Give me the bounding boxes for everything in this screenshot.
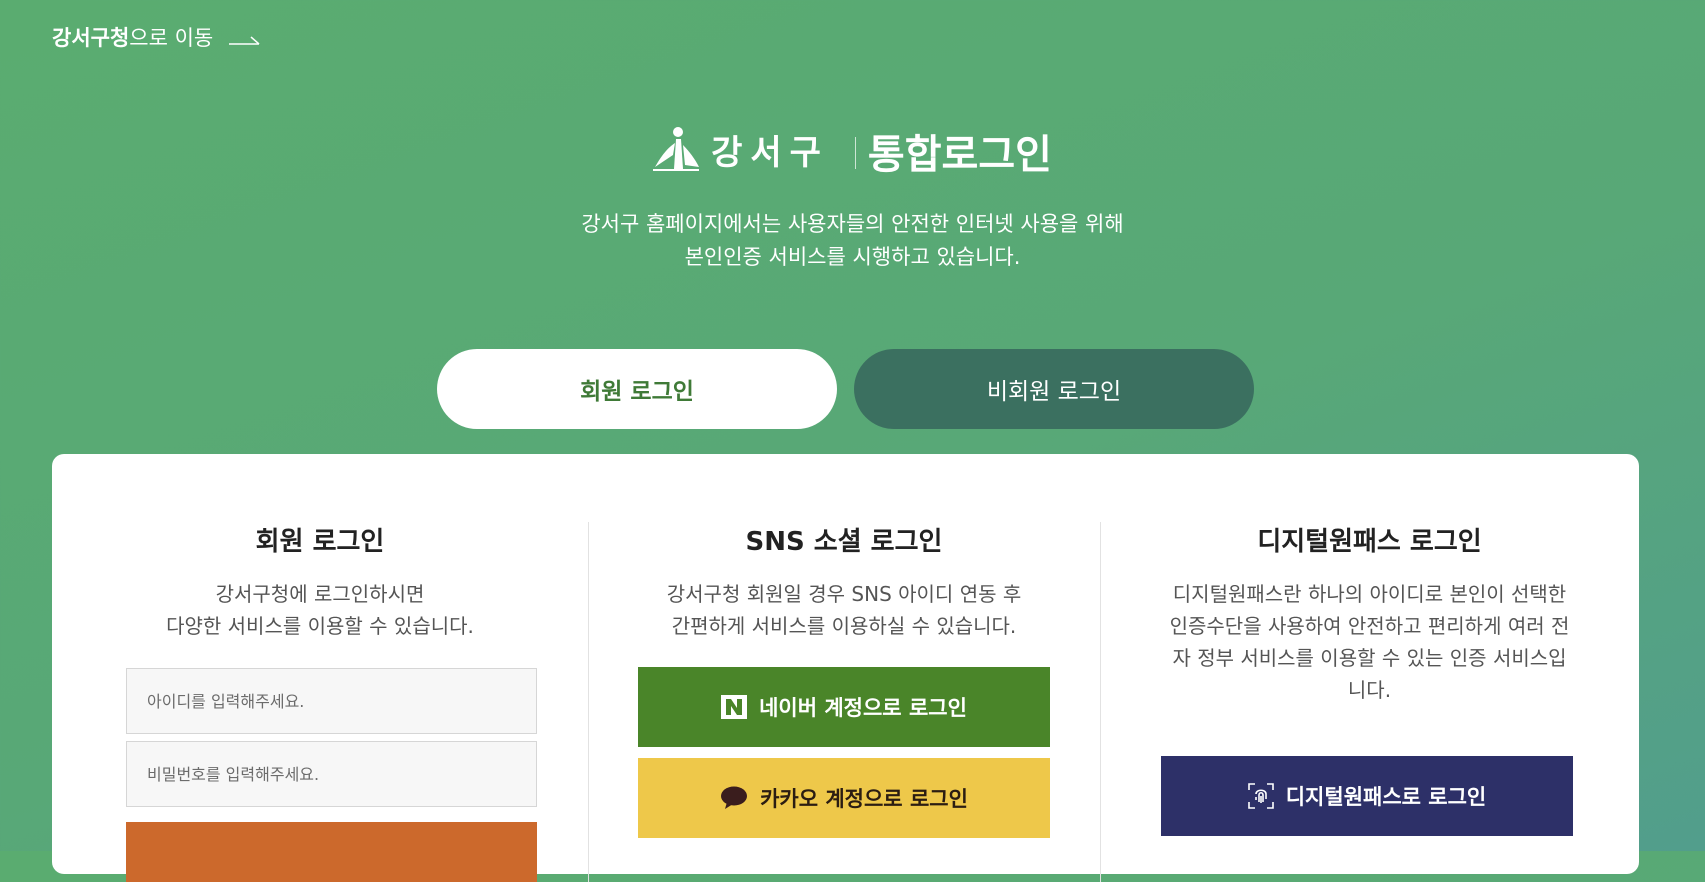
digital-onepass-section: 디지털원패스 로그인 디지털원패스란 하나의 아이디로 본인이 선택한 인증수단… — [1100, 454, 1639, 874]
user-id-input[interactable] — [126, 668, 537, 734]
member-login-button[interactable] — [126, 822, 537, 882]
naver-login-label: 네이버 계정으로 로그인 — [759, 696, 967, 720]
login-panel: 회원 로그인 강서구청에 로그인하시면 다양한 서비스를 이용할 수 있습니다.… — [52, 454, 1639, 882]
intro-line-1: 강서구 홈페이지에서는 사용자들의 안전한 인터넷 사용을 위해 — [581, 212, 1124, 236]
tab-member-login[interactable]: 회원 로그인 — [437, 349, 837, 429]
member-login-title: 회원 로그인 — [255, 527, 385, 557]
naver-login-button[interactable]: 네이버 계정으로 로그인 — [638, 667, 1050, 747]
kakao-login-label: 카카오 계정으로 로그인 — [760, 787, 968, 811]
logo-divider — [854, 137, 856, 169]
login-tabs: 회원 로그인 비회원 로그인 — [437, 349, 1254, 429]
gangseo-logo-icon — [653, 127, 700, 171]
naver-n-icon — [721, 695, 748, 719]
sns-login-section: SNS 소셜 로그인 강서구청 회원일 경우 SNS 아이디 연동 후 간편하게… — [588, 454, 1100, 874]
sns-login-desc-line-2: 간편하게 서비스를 이용하실 수 있습니다. — [671, 614, 1017, 638]
kakao-bubble-icon — [720, 786, 748, 810]
member-login-desc-line-2: 다양한 서비스를 이용할 수 있습니다. — [166, 614, 474, 638]
sns-login-desc: 강서구청 회원일 경우 SNS 아이디 연동 후 간편하게 서비스를 이용하실 … — [629, 578, 1059, 642]
fingerprint-icon — [1247, 783, 1274, 809]
intro-line-2: 본인인증 서비스를 시행하고 있습니다. — [684, 245, 1021, 269]
digital-onepass-desc: 디지털원패스란 하나의 아이디로 본인이 선택한 인증수단을 사용하여 안전하고… — [1169, 582, 1570, 702]
digital-onepass-login-label: 디지털원패스로 로그인 — [1285, 785, 1487, 809]
intro-text: 강서구 홈페이지에서는 사용자들의 안전한 인터넷 사용을 위해 본인인증 서비… — [0, 208, 1705, 274]
member-login-section: 회원 로그인 강서구청에 로그인하시면 다양한 서비스를 이용할 수 있습니다. — [52, 454, 588, 882]
member-login-desc: 강서구청에 로그인하시면 다양한 서비스를 이용할 수 있습니다. — [120, 578, 520, 642]
gangseo-logo: 강서구 — [653, 125, 829, 174]
member-login-desc-line-1: 강서구청에 로그인하시면 — [215, 582, 425, 606]
digital-onepass-title: 디지털원패스 로그인 — [1257, 527, 1482, 557]
top-link-strong: 강서구청 — [52, 26, 130, 50]
kakao-login-button[interactable]: 카카오 계정으로 로그인 — [638, 758, 1050, 838]
tab-guest-login[interactable]: 비회원 로그인 — [854, 349, 1254, 429]
password-input[interactable] — [126, 741, 537, 807]
arrow-right-icon — [229, 36, 260, 45]
page-title: 통합로그인 — [867, 132, 1052, 178]
logo-text: 강서구 — [711, 132, 829, 173]
sns-login-title: SNS 소셜 로그인 — [745, 527, 943, 557]
digital-onepass-login-button[interactable]: 디지털원패스로 로그인 — [1161, 756, 1573, 836]
top-link-rest: 으로 이동 — [129, 26, 214, 50]
header-logo-row: 강서구 통합로그인 — [0, 118, 1705, 180]
go-to-gangseo-link[interactable]: 강서구청 으로 이동 — [52, 22, 261, 52]
sns-login-desc-line-1: 강서구청 회원일 경우 SNS 아이디 연동 후 — [666, 582, 1022, 606]
